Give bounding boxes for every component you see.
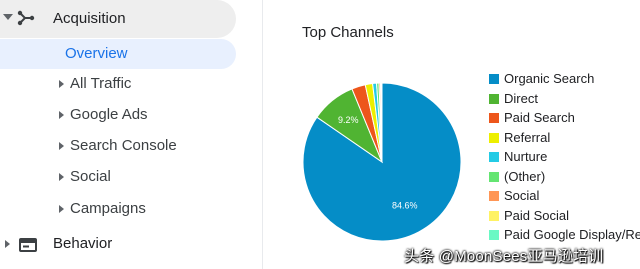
sidebar-item-google-ads[interactable]: Google Ads [0,102,236,130]
caret-right-icon [59,111,64,119]
acquisition-icon [17,10,35,31]
legend-item[interactable]: Referral [489,128,640,148]
sidebar-item-label: Behavior [53,235,113,252]
caret-right-icon [59,142,64,150]
legend-item[interactable]: Paid Google Display/Re [489,225,640,245]
sidebar-item-label: Social [70,168,111,185]
legend-item[interactable]: Organic Search [489,69,640,89]
legend-label: Social [504,188,540,203]
legend-label: Paid Social [504,207,570,223]
card-title: Top Channels [302,24,394,41]
legend-swatch [489,171,499,182]
behavior-icon [19,237,37,258]
sidebar-item-overview[interactable]: Overview [0,39,236,69]
legend-label: Organic Search [504,71,595,86]
sidebar-item-label: All Traffic [70,75,132,92]
legend-label: Referral [504,129,551,145]
legend-label: Nurture [504,149,548,164]
legend-label: Direct [504,90,538,106]
legend-item[interactable]: Paid Search [489,108,640,128]
legend-swatch [489,132,499,143]
chart-legend: Organic Search Direct Paid Search Referral N… [489,69,640,245]
legend-swatch [489,152,499,162]
legend-swatch [489,74,499,84]
legend-label: Paid Search [504,110,575,125]
sidebar-item-search-console[interactable]: Search Console [0,133,236,161]
legend-label: (Other) [504,168,546,184]
sidebar-item-behavior[interactable]: Behavior [0,231,236,259]
legend-item[interactable]: Nurture [489,147,640,167]
slice-data-label: 84.6% [392,200,418,210]
legend-item[interactable]: (Other) [489,167,640,187]
caret-down-icon[interactable] [3,14,13,20]
legend-swatch [489,210,499,221]
caret-right-icon [59,173,64,181]
sidebar-item-social[interactable]: Social [0,164,236,192]
legend-swatch [489,93,499,104]
sidebar-item-label: Google Ads [70,106,148,123]
caret-right-icon [59,205,64,213]
legend-swatch [489,191,499,201]
legend-swatch [489,230,499,240]
sidebar-item-acquisition[interactable]: Acquisition [0,0,236,38]
sidebar-item-campaigns[interactable]: Campaigns [0,196,236,224]
sidebar-item-label: Overview [65,45,128,62]
watermark: 头条 @MoonSees亚马逊培训 [404,248,604,265]
sidebar-item-label: Search Console [70,137,177,154]
legend-label: Paid Google Display/Re [504,227,640,242]
legend-item[interactable]: Direct [489,89,640,109]
legend-swatch [489,113,499,123]
legend-item[interactable]: Social [489,186,640,206]
caret-right-icon [59,80,64,88]
pie-chart: 84.6% 9.2% [302,82,462,242]
caret-right-icon [5,240,10,248]
slice-data-label: 9.2% [338,115,359,125]
sidebar-item-all-traffic[interactable]: All Traffic [0,71,236,99]
sidebar-item-label: Campaigns [70,200,146,217]
sidebar-item-label: Acquisition [53,10,126,27]
sidebar-nav: Acquisition Overview All Traffic Google … [0,0,263,269]
legend-item[interactable]: Paid Social [489,206,640,226]
